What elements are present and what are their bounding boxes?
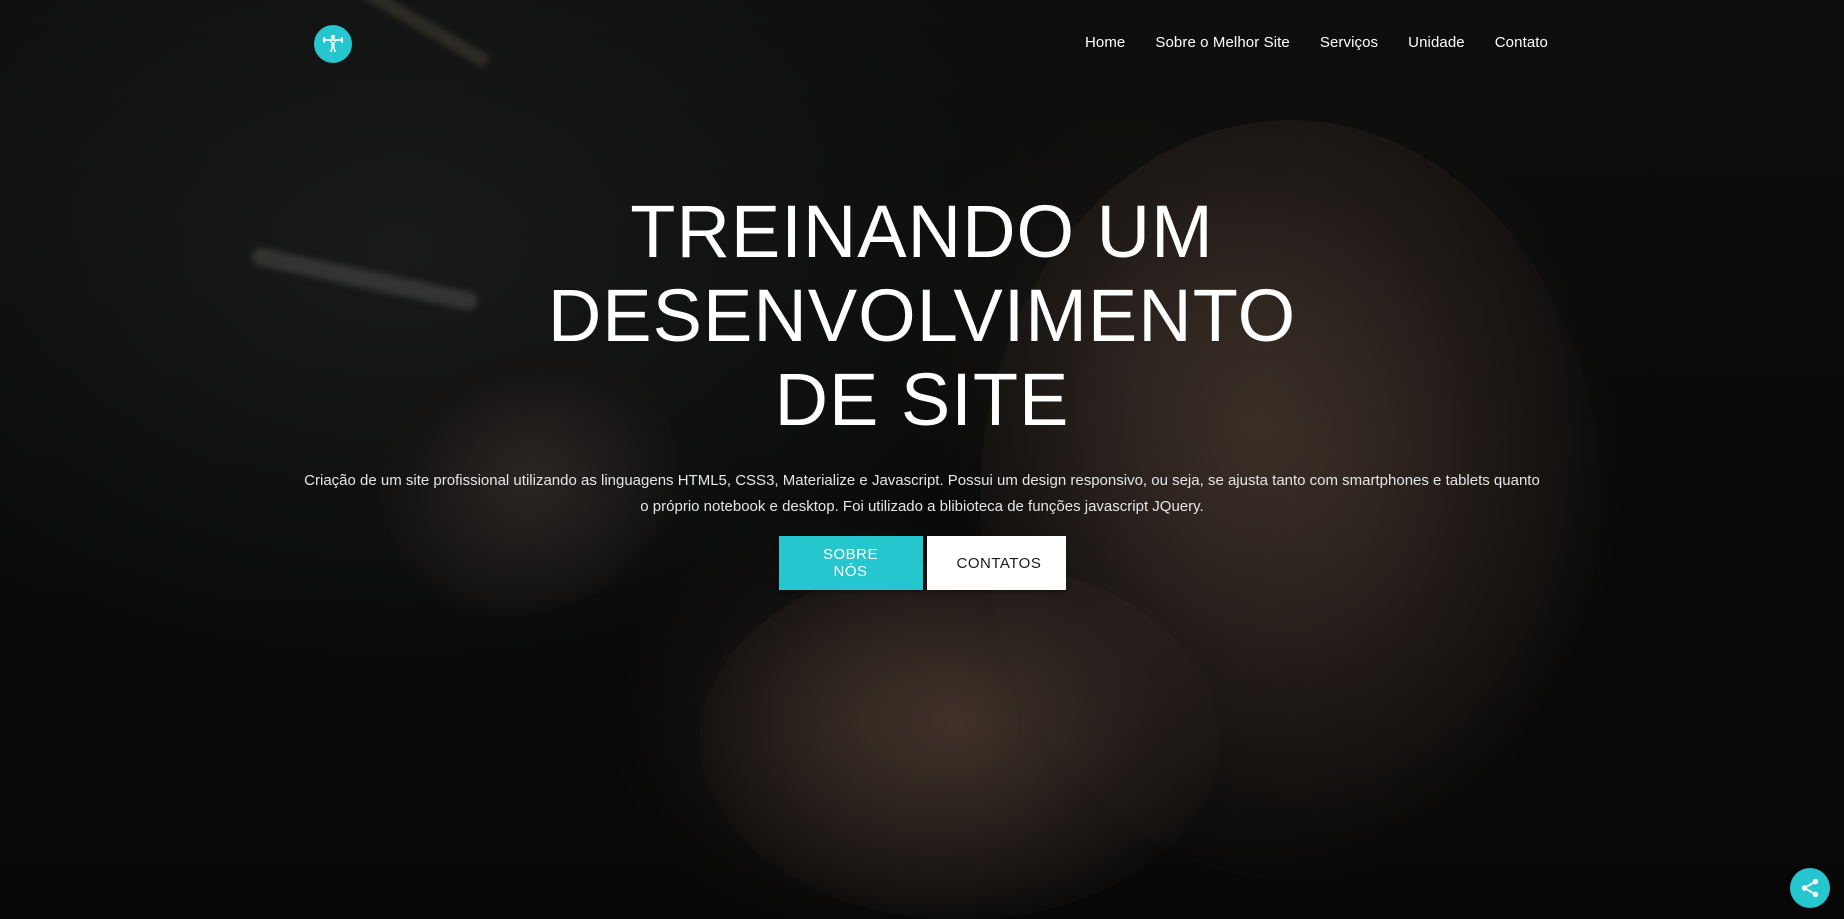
- background-athlete-arm: [700, 560, 1220, 919]
- hero-section: Home Sobre o Melhor Site Serviços Unidad…: [0, 0, 1844, 919]
- hero-buttons: SOBRE NÓS CONTATOS: [0, 536, 1844, 590]
- share-icon: [1801, 878, 1819, 898]
- nav-item-home[interactable]: Home: [1085, 34, 1125, 51]
- nav-menu: Home Sobre o Melhor Site Serviços Unidad…: [1085, 34, 1548, 52]
- nav-item-unidade[interactable]: Unidade: [1408, 34, 1465, 51]
- navbar: Home Sobre o Melhor Site Serviços Unidad…: [0, 0, 1844, 90]
- share-button[interactable]: [1790, 868, 1830, 908]
- weightlifter-icon: [323, 34, 343, 52]
- hero-title-line2: DE SITE: [774, 358, 1070, 441]
- sobre-nos-button[interactable]: SOBRE NÓS: [778, 536, 923, 590]
- hero-content: TREINANDO UM DESENVOLVIMENTO DE SITE Cri…: [0, 190, 1844, 590]
- nav-item-servicos[interactable]: Serviços: [1320, 34, 1378, 51]
- nav-item-sobre[interactable]: Sobre o Melhor Site: [1155, 34, 1289, 51]
- hero-title: TREINANDO UM DESENVOLVIMENTO DE SITE: [272, 190, 1572, 442]
- contatos-button[interactable]: CONTATOS: [926, 536, 1066, 590]
- nav-item-contato[interactable]: Contato: [1495, 34, 1548, 51]
- logo-link[interactable]: [314, 25, 352, 63]
- hero-title-line1: TREINANDO UM DESENVOLVIMENTO: [547, 190, 1297, 357]
- hero-description: Criação de um site profissional utilizan…: [304, 472, 1540, 515]
